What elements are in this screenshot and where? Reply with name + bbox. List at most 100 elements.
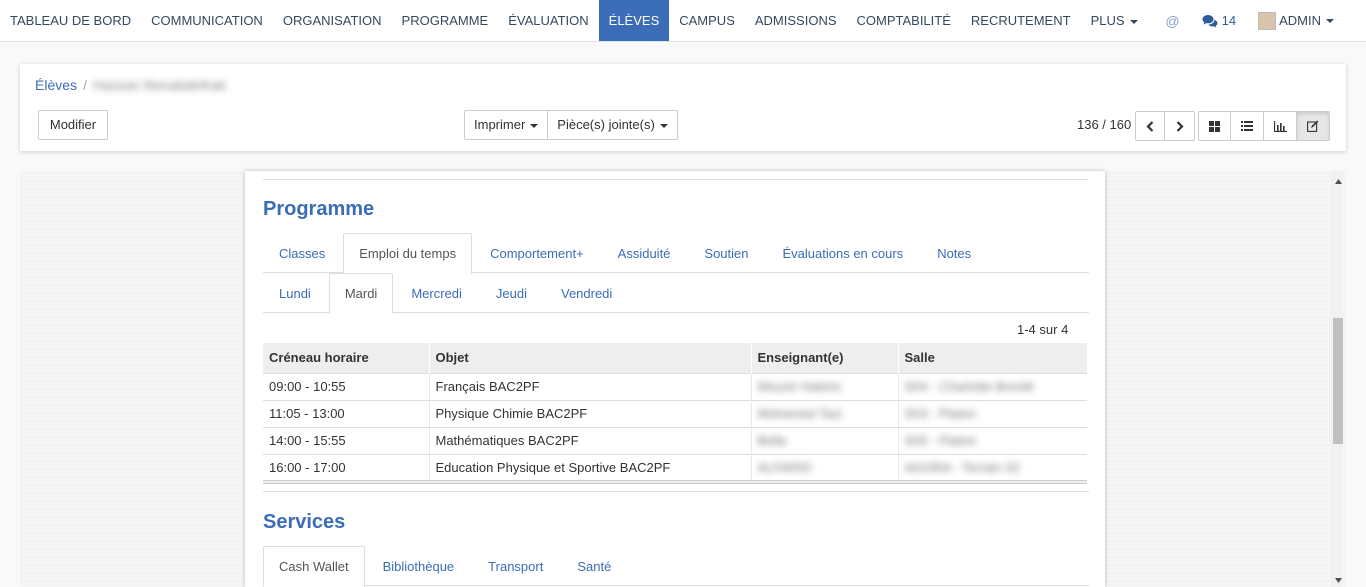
form-view-button[interactable] — [1297, 111, 1330, 141]
tab-classes[interactable]: Classes — [263, 233, 341, 273]
nav-recrutement[interactable]: RECRUTEMENT — [961, 0, 1081, 41]
table-row[interactable]: 11:05 - 13:00 Physique Chimie BAC2PF Moham… — [263, 399, 1087, 427]
divider — [263, 179, 1088, 180]
cell-subject-text: Mathématiques BAC2PF — [435, 433, 579, 448]
day-tab-mardi[interactable]: Mardi — [328, 273, 394, 314]
nav-comptabilite[interactable]: COMPTABILITÉ — [847, 0, 961, 41]
nav-evaluation[interactable]: ÉVALUATION — [498, 0, 598, 41]
service-tab-transport[interactable]: Transport — [472, 546, 559, 586]
messages-count: 14 — [1221, 13, 1237, 28]
column-header-room[interactable]: Salle — [897, 343, 1087, 373]
cell-teacher-text: Mounir Hakimi — [757, 379, 841, 394]
day-tab-jeudi[interactable]: Jeudi — [480, 273, 543, 313]
nav-communication[interactable]: COMMUNICATION — [141, 0, 273, 41]
form-sheet: Programme Classes Emploi du temps Comporte… — [245, 171, 1105, 587]
schedule-table: Créneau horaire Objet Enseignant(e) Sall… — [263, 343, 1087, 481]
edit-button[interactable]: Modifier — [38, 110, 108, 140]
breadcrumb-current: Hassan Benabdelhak — [92, 77, 227, 93]
record-count: 1-4 sur 4 — [1017, 322, 1069, 337]
cell-subject: Education Physique et Sportive BAC2PF — [428, 453, 751, 481]
mentions-icon[interactable]: @ — [1165, 13, 1179, 29]
action-dropdowns: Imprimer Pièce(s) jointe(s) — [464, 110, 678, 140]
chat-bubbles-icon — [1202, 14, 1218, 27]
graph-view-button[interactable] — [1264, 111, 1297, 141]
attachments-dropdown[interactable]: Pièce(s) jointe(s) — [548, 110, 678, 140]
previous-button[interactable] — [1135, 111, 1165, 141]
table-row[interactable]: 09:00 - 10:55 Français BAC2PF Mounir Hakim… — [263, 372, 1087, 400]
nav-tableau-de-bord[interactable]: TABLEAU DE BORD — [0, 0, 141, 41]
cell-subject: Français BAC2PF — [428, 372, 751, 400]
nav-item-label: ÉVALUATION — [508, 13, 589, 28]
breadcrumb: Élèves / Hassan Benabdelhak — [35, 77, 226, 93]
service-tab-cash-wallet[interactable]: Cash Wallet — [263, 546, 365, 587]
pager-value[interactable]: 136 / 160 — [1077, 117, 1131, 132]
nav-item-label: COMPTABILITÉ — [856, 13, 951, 28]
list-view-button[interactable] — [1231, 111, 1264, 141]
nav-admissions[interactable]: ADMISSIONS — [745, 0, 847, 41]
user-menu[interactable]: ADMIN — [1258, 11, 1334, 30]
main-menu: TABLEAU DE BORD COMMUNICATION ORGANISATION… — [0, 0, 1148, 41]
table-header-row: Créneau horaire Objet Enseignant(e) Sall… — [263, 343, 1087, 373]
chevron-right-icon — [1176, 120, 1184, 132]
services-section-title: Services — [263, 511, 346, 533]
nav-item-label: PROGRAMME — [401, 13, 489, 28]
view-switcher — [1198, 111, 1330, 141]
print-label: Imprimer — [474, 117, 526, 132]
nav-item-label: ORGANISATION — [282, 13, 382, 28]
breadcrumb-separator: / — [83, 77, 87, 93]
tab-soutien[interactable]: Soutien — [688, 233, 764, 273]
tab-comportement[interactable]: Comportement+ — [474, 233, 600, 273]
triangle-down-icon — [1334, 577, 1342, 583]
navbar-right: @ 14 ADMIN — [1165, 0, 1366, 41]
breadcrumb-root-link[interactable]: Élèves — [35, 77, 77, 93]
chevron-down-icon — [659, 123, 668, 128]
programme-section-title: Programme — [263, 198, 375, 220]
cell-slot: 14:00 - 15:55 — [263, 426, 429, 454]
scroll-down-arrow[interactable] — [1333, 575, 1343, 585]
cell-slot-text: 11:05 - 13:00 — [269, 406, 345, 421]
kanban-view-button[interactable] — [1198, 111, 1231, 141]
cell-room: AGORA - Terrain 02 — [897, 453, 1087, 481]
day-tab-mercredi[interactable]: Mercredi — [395, 273, 478, 313]
column-header-subject[interactable]: Objet — [428, 343, 751, 373]
day-tabs: Lundi Mardi Mercredi Jeudi Vendredi — [263, 273, 1089, 314]
scroll-up-arrow[interactable] — [1333, 176, 1343, 186]
cell-teacher-text: Bella — [757, 433, 787, 448]
cell-teacher-text: Mohamed Tazi — [757, 406, 842, 421]
service-tab-sante[interactable]: Santé — [561, 546, 627, 586]
table-row[interactable]: 14:00 - 15:55 Mathématiques BAC2PF Bella S0… — [263, 426, 1087, 454]
print-dropdown[interactable]: Imprimer — [464, 110, 549, 140]
cell-subject-text: Français BAC2PF — [435, 379, 540, 394]
column-header-slot[interactable]: Créneau horaire — [263, 343, 429, 373]
top-navbar: TABLEAU DE BORD COMMUNICATION ORGANISATION… — [0, 0, 1366, 42]
chevron-down-icon — [530, 123, 539, 128]
nav-organisation[interactable]: ORGANISATION — [273, 0, 392, 41]
day-tab-vendredi[interactable]: Vendredi — [545, 273, 628, 313]
nav-programme[interactable]: PROGRAMME — [392, 0, 499, 41]
table-row[interactable]: 16:00 - 17:00 Education Physique et Sport… — [263, 453, 1087, 481]
nav-plus[interactable]: PLUS — [1081, 0, 1148, 41]
next-button[interactable] — [1165, 111, 1195, 141]
cell-slot-text: 09:00 - 10:55 — [269, 379, 346, 394]
tab-emploi-du-temps[interactable]: Emploi du temps — [343, 233, 473, 274]
tab-assiduite[interactable]: Assiduité — [602, 233, 687, 273]
nav-campus[interactable]: CAMPUS — [669, 0, 745, 41]
schedule-body: 09:00 - 10:55 Français BAC2PF Mounir Hakim… — [263, 372, 1087, 481]
avatar — [1258, 11, 1277, 30]
nav-eleves[interactable]: ÉLÈVES — [598, 0, 670, 41]
nav-item-label: TABLEAU DE BORD — [10, 13, 132, 28]
scrollbar-thumb[interactable] — [1333, 318, 1343, 444]
cell-room-text: S05 - Platon — [904, 433, 977, 448]
messages-button[interactable]: 14 — [1202, 13, 1236, 28]
nav-item-label: ADMISSIONS — [754, 13, 837, 28]
cell-teacher: Mohamed Tazi — [750, 399, 898, 427]
graph-icon — [1273, 120, 1287, 132]
tab-evaluations-en-cours[interactable]: Évaluations en cours — [767, 233, 920, 273]
column-header-teacher[interactable]: Enseignant(e) — [750, 343, 898, 373]
tab-notes[interactable]: Notes — [921, 233, 987, 273]
attachments-label: Pièce(s) jointe(s) — [557, 117, 655, 132]
cell-room-text: AGORA - Terrain 02 — [904, 460, 1020, 476]
service-tab-bibliotheque[interactable]: Bibliothèque — [367, 546, 471, 586]
day-tab-lundi[interactable]: Lundi — [263, 273, 327, 313]
pager-buttons — [1135, 111, 1195, 141]
